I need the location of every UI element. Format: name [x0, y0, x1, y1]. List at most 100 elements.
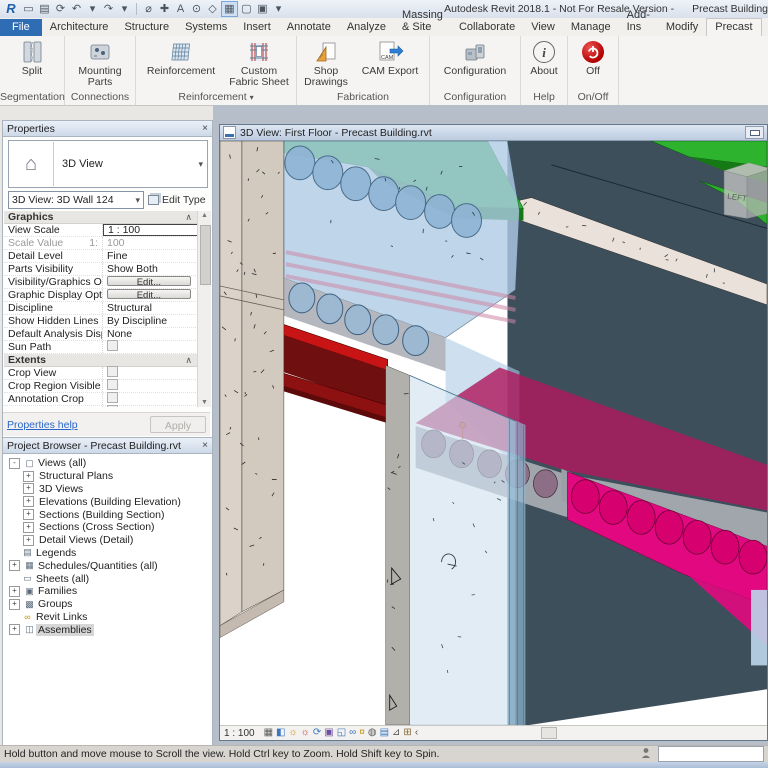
redo-dropdown-icon[interactable]: ▾ [117, 1, 132, 17]
tab-manage[interactable]: Manage [563, 19, 619, 36]
tab-collaborate[interactable]: Collaborate [451, 19, 523, 36]
expand-box-icon[interactable]: + [23, 471, 34, 482]
properties-help-link[interactable]: Properties help [7, 419, 78, 431]
far-clip-active-checkbox[interactable] [107, 405, 118, 407]
row-visibility-graphics[interactable]: Visibility/Graphics O...Edit... [4, 276, 198, 289]
properties-header[interactable]: Properties × [3, 121, 212, 137]
properties-scrollbar[interactable]: ▲ ▼ [197, 211, 211, 407]
row-detail-level[interactable]: Detail LevelFine [4, 250, 198, 263]
tab-modify[interactable]: Modify [658, 19, 706, 36]
tab-massing-site[interactable]: Massing & Site [394, 7, 451, 36]
scrollbar-thumb[interactable] [200, 225, 211, 285]
tree-legends[interactable]: ▤Legends [3, 547, 212, 560]
undo-dropdown-icon[interactable]: ▾ [85, 1, 100, 17]
annotation-crop-checkbox[interactable] [107, 392, 118, 403]
panel-label-segmentation[interactable]: Segmentation [0, 91, 64, 105]
expand-box-icon[interactable]: + [9, 586, 20, 597]
expand-box-icon[interactable]: + [23, 483, 34, 494]
visual-style-icon[interactable]: ◧ [276, 727, 285, 739]
visibility-graphics-edit-button[interactable]: Edit... [107, 276, 191, 286]
tab-file[interactable]: File [0, 19, 42, 36]
viewcube[interactable]: LEFT [724, 163, 767, 219]
tab-structure[interactable]: Structure [116, 19, 177, 36]
crop-region-visible-checkbox[interactable] [107, 379, 118, 390]
row-discipline[interactable]: DisciplineStructural [4, 302, 198, 315]
open-icon[interactable]: ▭ [21, 1, 36, 17]
expand-box-icon[interactable]: + [9, 624, 20, 635]
temporary-hide-isolate-icon[interactable]: ∞ [349, 727, 356, 739]
reinforcement-button[interactable]: Reinforcement [139, 38, 223, 77]
sun-path-icon[interactable]: ☼ [289, 727, 298, 739]
tree-sections-building[interactable]: +Sections (Building Section) [3, 508, 212, 521]
expand-box-icon[interactable]: + [9, 560, 20, 571]
worksets-person-icon[interactable] [640, 747, 652, 762]
tree-sheets[interactable]: ▭Sheets (all) [3, 572, 212, 585]
about-button[interactable]: i About [524, 38, 564, 77]
model-canvas[interactable]: LEFT [220, 141, 767, 725]
tab-annotate[interactable]: Annotate [279, 19, 339, 36]
crop-view-checkbox[interactable] [107, 366, 118, 377]
cam-export-button[interactable]: CAM CAM Export [354, 38, 426, 77]
status-filter-input[interactable] [658, 746, 764, 762]
expand-box-icon[interactable]: + [23, 496, 34, 507]
tab-systems[interactable]: Systems [177, 19, 235, 36]
panel-label-connections[interactable]: Connections [65, 91, 135, 105]
panel-label-onoff[interactable]: On/Off [568, 91, 618, 105]
scroll-up-icon[interactable]: ▲ [198, 212, 211, 219]
section-icon[interactable]: ◇ [205, 1, 220, 17]
tree-elevations[interactable]: +Elevations (Building Elevation) [3, 495, 212, 508]
tree-schedules[interactable]: +▦Schedules/Quantities (all) [3, 559, 212, 572]
mounting-parts-button[interactable]: Mounting Parts [68, 38, 132, 88]
detail-level-icon[interactable]: ▦ [264, 727, 273, 739]
horizontal-scrollbar-thumb[interactable] [541, 727, 557, 739]
row-sun-path[interactable]: Sun Path [4, 341, 198, 354]
configuration-button[interactable]: Configuration [433, 38, 517, 77]
shop-drawings-button[interactable]: Shop Drawings [300, 38, 352, 88]
tab-view[interactable]: View [523, 19, 563, 36]
sync-icon[interactable]: ⟳ [53, 1, 68, 17]
redo-icon[interactable]: ↷ [101, 1, 116, 17]
panel-label-configuration[interactable]: Configuration [430, 91, 520, 105]
panel-label-help[interactable]: Help [521, 91, 567, 105]
tree-assemblies[interactable]: +◫Assemblies [3, 623, 212, 636]
reveal-constraints-icon[interactable]: ⊞ [403, 727, 411, 739]
split-button[interactable]: Split [3, 38, 61, 77]
row-far-clip-active[interactable]: Far Clip Active [4, 406, 198, 407]
sun-path-checkbox[interactable] [107, 340, 118, 351]
reveal-hidden-elements-icon[interactable]: ¤ [359, 727, 365, 739]
tab-architecture[interactable]: Architecture [42, 19, 117, 36]
tree-3d-views[interactable]: +3D Views [3, 483, 212, 496]
shadows-icon[interactable]: ☼ [301, 727, 310, 739]
worksharing-display-icon[interactable]: ◍ [368, 727, 377, 739]
tree-detail-views[interactable]: +Detail Views (Detail) [3, 534, 212, 547]
save-icon[interactable]: ▤ [37, 1, 52, 17]
edit-type-button[interactable]: Edit Type [148, 194, 206, 206]
expand-box-icon[interactable]: + [23, 535, 34, 546]
tree-structural-plans[interactable]: +Structural Plans [3, 470, 212, 483]
row-parts-visibility[interactable]: Parts VisibilityShow Both [4, 263, 198, 276]
qat-customize-icon[interactable]: ▾ [271, 1, 286, 17]
graphic-display-edit-button[interactable]: Edit... [107, 289, 191, 299]
switch-windows-icon[interactable]: ▣ [255, 1, 270, 17]
collapse-box-icon[interactable]: - [9, 458, 20, 469]
tree-views-all[interactable]: -▢Views (all) [3, 457, 212, 470]
view-window-titlebar[interactable]: 3D View: First Floor - Precast Building.… [220, 125, 767, 141]
apply-button[interactable]: Apply [150, 416, 206, 433]
instance-combo[interactable]: 3D View: 3D Wall 124 ▾ [8, 191, 144, 209]
undo-icon[interactable]: ↶ [69, 1, 84, 17]
tree-revit-links[interactable]: ∞Revit Links [3, 611, 212, 624]
temporary-view-properties-icon[interactable]: ▤ [380, 727, 389, 739]
tab-precast[interactable]: Precast [706, 18, 761, 36]
panel-label-reinforcement[interactable]: Reinforcement ▾ [136, 91, 296, 105]
lock-3d-view-icon[interactable]: ◱ [337, 727, 346, 739]
tree-sections-cross[interactable]: +Sections (Cross Section) [3, 521, 212, 534]
off-button[interactable]: Off [571, 38, 615, 77]
expand-box-icon[interactable]: + [23, 522, 34, 533]
default-3d-view-icon[interactable]: ⊙ [189, 1, 204, 17]
tab-insert[interactable]: Insert [235, 19, 279, 36]
expand-box-icon[interactable]: + [23, 509, 34, 520]
tree-families[interactable]: +▣Families [3, 585, 212, 598]
row-graphic-display-options[interactable]: Graphic Display Opti...Edit... [4, 289, 198, 302]
section-graphics[interactable]: Graphics∧ [4, 211, 198, 224]
tab-add-ins[interactable]: Add-Ins [619, 7, 658, 36]
